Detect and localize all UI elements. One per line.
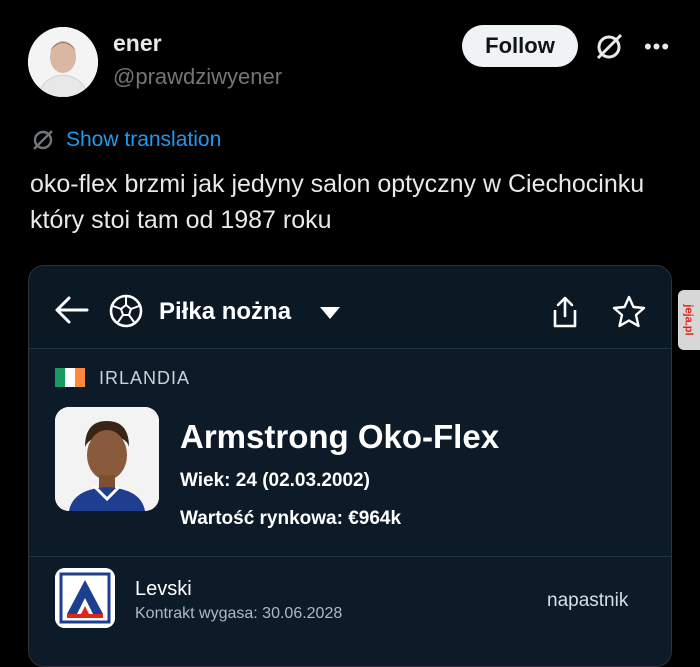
app-header: Piłka nożna xyxy=(29,266,671,348)
club-name: Levski xyxy=(135,578,192,600)
flag-stripe-white xyxy=(65,368,75,387)
player-name: Armstrong Oko-Flex xyxy=(180,418,500,455)
player-market-value: Wartość rynkowa: €964k xyxy=(180,508,402,529)
back-arrow-icon[interactable] xyxy=(53,294,89,326)
football-icon xyxy=(109,294,143,328)
flag-ireland xyxy=(55,368,85,387)
sport-selector-label[interactable]: Piłka nożna xyxy=(159,298,291,326)
club-contract: Kontrakt wygasa: 30.06.2028 xyxy=(135,605,343,622)
flag-stripe-green xyxy=(55,368,65,387)
jeja-watermark: jeja.pl xyxy=(678,290,700,350)
show-translation-link[interactable]: Show translation xyxy=(66,128,221,152)
author-avatar[interactable] xyxy=(28,27,98,97)
grok-icon[interactable] xyxy=(592,30,626,64)
tweet-text: oko-flex brzmi jak jedyny salon optyczny… xyxy=(30,170,645,234)
author-name[interactable]: ener xyxy=(113,30,162,57)
player-country: IRLANDIA xyxy=(99,368,191,388)
more-options-icon[interactable]: ••• xyxy=(640,30,674,64)
player-age: Wiek: 24 (02.03.2002) xyxy=(180,470,370,491)
player-position: napastnik xyxy=(547,590,629,611)
author-handle[interactable]: @prawdziwyener xyxy=(113,64,282,90)
star-icon[interactable] xyxy=(611,294,647,330)
show-translation[interactable]: Show translation xyxy=(30,127,221,153)
share-icon[interactable] xyxy=(547,294,583,330)
grok-translate-icon xyxy=(33,130,53,150)
club-logo xyxy=(55,568,115,628)
embedded-image-card[interactable]: Piłka nożna IRLANDIA Armstrong Oko-Flex … xyxy=(28,265,672,667)
follow-button[interactable]: Follow xyxy=(462,25,578,67)
chevron-down-icon[interactable] xyxy=(319,306,341,320)
flag-stripe-orange xyxy=(75,368,85,387)
jeja-logo: jeja.pl xyxy=(683,304,695,336)
player-photo xyxy=(55,407,159,511)
divider xyxy=(29,348,671,349)
divider xyxy=(29,556,671,557)
